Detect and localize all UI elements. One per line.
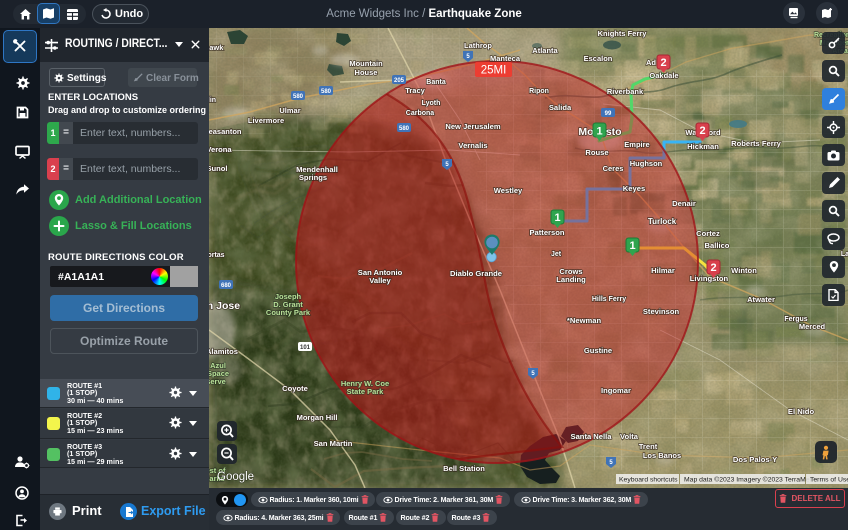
svg-text:Keyes: Keyes bbox=[623, 184, 645, 193]
svg-text:Knights Ferry: Knights Ferry bbox=[598, 29, 648, 38]
svg-text:1: 1 bbox=[554, 212, 560, 224]
svg-text:Westley: Westley bbox=[494, 186, 523, 195]
svg-text:Vernalis: Vernalis bbox=[458, 141, 487, 150]
svg-text:Lathrop: Lathrop bbox=[464, 41, 492, 50]
svg-text:Atlanta: Atlanta bbox=[532, 46, 558, 55]
svg-text:101: 101 bbox=[300, 345, 311, 351]
svg-text:Ingomar: Ingomar bbox=[601, 386, 631, 395]
svg-text:Trent: Trent bbox=[639, 442, 658, 451]
svg-text:Hughson: Hughson bbox=[630, 159, 663, 168]
svg-text:Merced: Merced bbox=[799, 322, 826, 331]
svg-text:2: 2 bbox=[660, 57, 666, 69]
svg-text:Hickman: Hickman bbox=[687, 142, 719, 151]
svg-text:Stevinson: Stevinson bbox=[643, 307, 680, 316]
svg-text:Ripon: Ripon bbox=[529, 88, 549, 95]
svg-text:Santa Nella: Santa Nella bbox=[571, 432, 613, 441]
svg-text:580: 580 bbox=[399, 126, 410, 132]
svg-text:Escalon: Escalon bbox=[584, 54, 613, 63]
svg-text:Morgan Hill: Morgan Hill bbox=[297, 413, 338, 422]
svg-text:State Park: State Park bbox=[347, 387, 385, 396]
svg-text:Jet: Jet bbox=[551, 251, 562, 258]
svg-text:1: 1 bbox=[596, 126, 602, 138]
svg-text:Cortez: Cortez bbox=[696, 229, 720, 238]
svg-text:Alamitos: Alamitos bbox=[209, 347, 238, 356]
svg-text:Ad: Ad bbox=[646, 58, 656, 67]
svg-text:Map data ©2023 Imagery ©2023 T: Map data ©2023 Imagery ©2023 TerraMetric… bbox=[684, 476, 823, 484]
svg-text:*Newman: *Newman bbox=[567, 316, 602, 325]
svg-text:Mountain: Mountain bbox=[349, 59, 383, 68]
svg-text:Google: Google bbox=[217, 471, 254, 483]
svg-text:Empire: Empire bbox=[624, 140, 649, 149]
svg-text:Turlock: Turlock bbox=[648, 217, 677, 226]
svg-text:Verona: Verona bbox=[209, 145, 232, 154]
svg-text:205: 205 bbox=[394, 78, 405, 84]
svg-text:2: 2 bbox=[710, 262, 716, 274]
svg-text:hawk: hawk bbox=[209, 43, 224, 52]
svg-text:San Jose: San Jose bbox=[209, 300, 240, 312]
svg-text:580: 580 bbox=[293, 94, 304, 100]
svg-text:Gustine: Gustine bbox=[584, 346, 612, 355]
svg-text:Diablo Grande: Diablo Grande bbox=[450, 269, 502, 278]
svg-text:Bell Station: Bell Station bbox=[443, 464, 485, 473]
svg-text:New Jerusalem: New Jerusalem bbox=[445, 122, 501, 131]
svg-text:Terms of Use: Terms of Use bbox=[810, 477, 848, 484]
svg-text:Patterson: Patterson bbox=[529, 228, 564, 237]
svg-text:Denair: Denair bbox=[672, 199, 696, 208]
svg-text:2: 2 bbox=[699, 125, 705, 137]
svg-text:Ulmar: Ulmar bbox=[279, 106, 300, 115]
svg-text:Lyoth: Lyoth bbox=[422, 100, 441, 107]
svg-text:Landing: Landing bbox=[556, 275, 586, 284]
svg-text:Manteca: Manteca bbox=[490, 54, 521, 63]
svg-text:ortas: ortas bbox=[209, 252, 225, 259]
svg-text:lin: lin bbox=[209, 97, 216, 104]
svg-text:1: 1 bbox=[629, 240, 635, 252]
svg-text:580: 580 bbox=[321, 89, 332, 95]
svg-text:99: 99 bbox=[605, 111, 612, 117]
svg-text:Winton: Winton bbox=[731, 266, 757, 275]
svg-text:Salida: Salida bbox=[549, 103, 572, 112]
svg-text:serve: serve bbox=[209, 377, 226, 386]
svg-text:Ceres: Ceres bbox=[603, 164, 624, 173]
svg-text:Los Banos: Los Banos bbox=[643, 451, 681, 460]
svg-text:Banta: Banta bbox=[426, 79, 446, 86]
svg-text:Roberts Ferry: Roberts Ferry bbox=[731, 139, 782, 148]
svg-text:House: House bbox=[355, 68, 378, 77]
svg-text:San Martin: San Martin bbox=[314, 439, 353, 448]
svg-text:Atwater: Atwater bbox=[747, 295, 775, 304]
svg-text:Hills Ferry: Hills Ferry bbox=[592, 296, 626, 303]
svg-text:Livingston: Livingston bbox=[690, 274, 729, 283]
svg-text:Livermore: Livermore bbox=[248, 116, 284, 125]
svg-text:El Nido: El Nido bbox=[788, 407, 815, 416]
svg-text:Riverbank: Riverbank bbox=[607, 87, 644, 96]
svg-text:Sunol: Sunol bbox=[209, 164, 228, 173]
svg-text:Rouse: Rouse bbox=[585, 148, 608, 157]
svg-text:County Park: County Park bbox=[266, 308, 311, 317]
svg-text:Dos Palos-Y: Dos Palos-Y bbox=[733, 455, 777, 464]
svg-text:leasanton: leasanton bbox=[209, 127, 242, 136]
svg-text:Keyboard shortcuts: Keyboard shortcuts bbox=[619, 477, 678, 484]
svg-text:Carbona: Carbona bbox=[406, 110, 435, 117]
svg-text:680: 680 bbox=[221, 283, 232, 289]
svg-text:25MI: 25MI bbox=[481, 65, 507, 77]
svg-text:Volta: Volta bbox=[620, 432, 639, 441]
svg-text:Hilmar: Hilmar bbox=[651, 266, 675, 275]
svg-text:Valley: Valley bbox=[369, 276, 391, 285]
svg-text:Tracy: Tracy bbox=[405, 86, 425, 95]
svg-text:Springs: Springs bbox=[299, 173, 327, 182]
svg-text:Ballico: Ballico bbox=[705, 241, 730, 250]
svg-text:Coyote: Coyote bbox=[282, 384, 308, 393]
